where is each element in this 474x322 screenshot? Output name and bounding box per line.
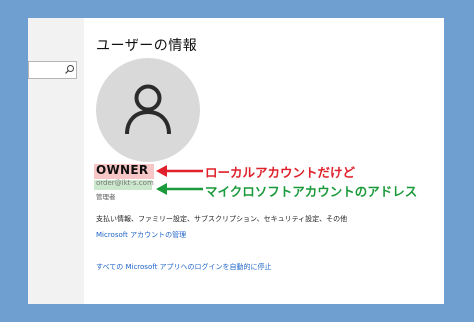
search-icon[interactable] bbox=[64, 64, 75, 75]
red-arrow-icon bbox=[156, 165, 203, 177]
payment-info-text: 支払い情報、ファミリー設定、サブスクリプション、セキュリティ設定、その他 bbox=[96, 215, 348, 223]
account-email: order@ikt-s.com bbox=[96, 179, 154, 187]
account-username: OWNER bbox=[96, 163, 149, 177]
screenshot-stage: ユーザーの情報 OWNER order@ikt-s.com 管理者 ローカルアカ… bbox=[0, 0, 474, 322]
page-title: ユーザーの情報 bbox=[96, 38, 198, 54]
annotation-ms-account-address: マイクロソフトアカウントのアドレス bbox=[205, 184, 418, 199]
green-arrow-icon bbox=[156, 183, 203, 195]
stop-auto-signin-link[interactable]: すべての Microsoft アプリへのログインを自動的に停止 bbox=[96, 262, 272, 272]
account-role: 管理者 bbox=[96, 193, 116, 201]
annotation-local-account: ローカルアカウントだけど bbox=[205, 165, 356, 180]
person-icon bbox=[125, 84, 171, 135]
avatar bbox=[96, 58, 200, 162]
manage-account-link[interactable]: Microsoft アカウントの管理 bbox=[96, 230, 186, 240]
